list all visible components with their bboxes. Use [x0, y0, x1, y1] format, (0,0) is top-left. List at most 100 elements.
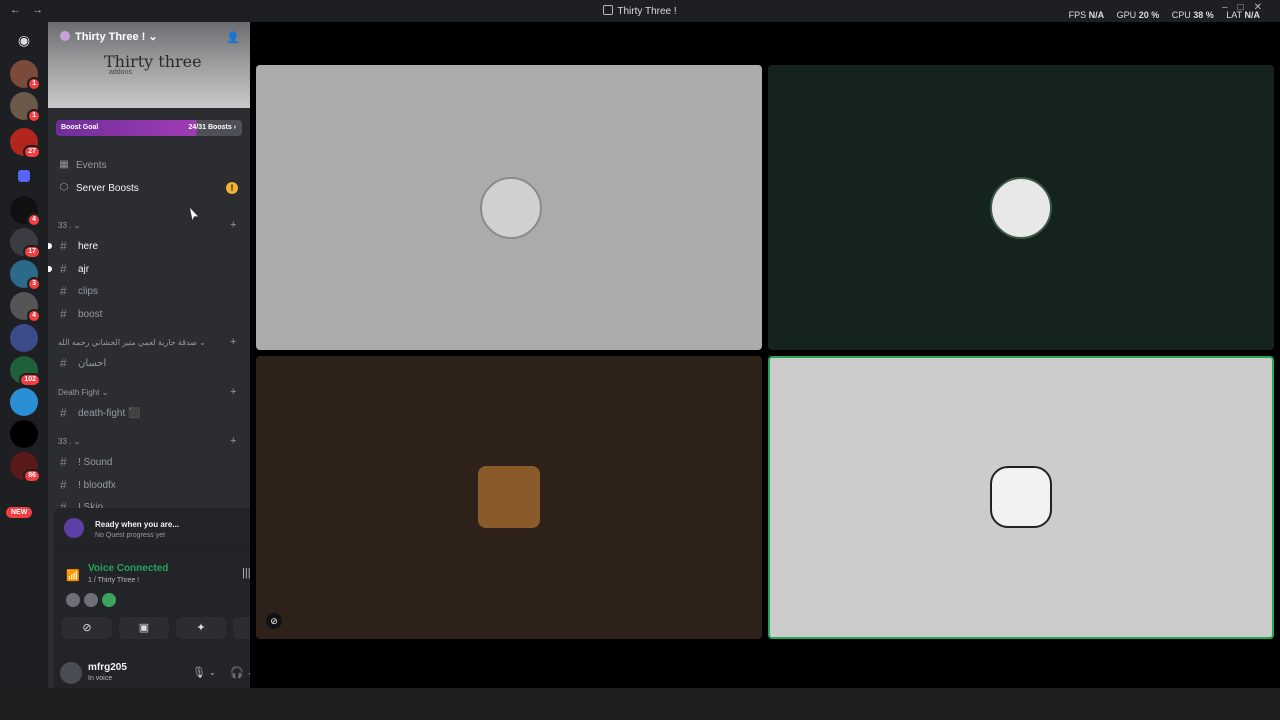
activity-icon[interactable]	[102, 593, 116, 607]
unread-badge: 27	[23, 145, 41, 159]
unread-badge: 17	[23, 245, 41, 259]
unread-badge: 86	[23, 469, 41, 483]
channel-item[interactable]: # here	[48, 239, 98, 253]
channel-item[interactable]: # احسان	[60, 356, 106, 370]
participant-tile[interactable]: ⊘	[256, 356, 762, 639]
unread-indicator	[48, 243, 52, 249]
channel-item[interactable]: #! bloodfx	[60, 478, 116, 492]
chevron-down-icon: ⌄	[71, 437, 81, 446]
screen-share-button[interactable]: ▣	[119, 617, 169, 639]
text-channel-icon: #	[60, 239, 67, 253]
avatar[interactable]	[60, 662, 82, 684]
maximize-icon[interactable]: □	[1238, 2, 1254, 13]
user-panel: mfrg205 In voice 🎙 ⌄ 🎧 ⌄ ⚙	[54, 658, 250, 688]
server-icon[interactable]: 17	[10, 228, 41, 259]
avatar	[990, 466, 1052, 528]
microphone-icon[interactable]: 🎙	[192, 666, 206, 679]
discord-home-button[interactable]: ◉	[10, 26, 38, 54]
add-channel-icon[interactable]: +	[230, 336, 236, 348]
server-icon[interactable]: 102	[10, 356, 41, 387]
close-icon[interactable]: ✕	[1254, 2, 1272, 13]
quest-icon	[64, 518, 84, 538]
channel-item[interactable]: #! Sound	[60, 455, 112, 469]
calendar-icon: ▦	[59, 159, 69, 170]
signal-icon[interactable]: 📶	[66, 569, 80, 582]
channel-category[interactable]: 33 . ⌄ +	[58, 435, 236, 447]
camera-off-button[interactable]: ⊘	[62, 617, 112, 639]
participant-tile[interactable]	[256, 65, 762, 350]
banner-subtitle: addons	[109, 69, 132, 76]
unread-badge: 102	[19, 373, 41, 387]
server-icon[interactable]	[18, 170, 30, 182]
text-channel-icon: #	[60, 356, 67, 370]
channel-category[interactable]: صدقة جارية لعمي متير الحشاني رحمه الله ⌄…	[58, 336, 236, 348]
server-list: ◉ 1 1 27 4 17 3 4 102 86 NEW	[0, 22, 48, 688]
channel-category[interactable]: 33 . ⌄ +	[58, 219, 236, 231]
noise-suppression-icon[interactable]: |||	[242, 567, 250, 579]
server-icon[interactable]	[10, 388, 38, 416]
server-badge-icon	[60, 31, 70, 41]
text-channel-icon: #	[60, 478, 67, 492]
taskbar	[0, 688, 1280, 720]
unread-indicator	[48, 266, 52, 272]
avatar	[480, 177, 542, 239]
channel-item[interactable]: # boost	[60, 307, 102, 321]
channel-item[interactable]: # ajr	[48, 262, 89, 276]
voice-stage: ⊘	[250, 22, 1280, 688]
mouse-cursor	[190, 208, 198, 220]
channel-item[interactable]: # clips	[60, 284, 98, 298]
server-name-header[interactable]: Thirty Three ! ⌄	[60, 30, 158, 43]
video-off-icon: ⊘	[266, 613, 282, 629]
soundboard-button[interactable]: ✺	[233, 617, 250, 639]
minimize-icon[interactable]: –	[1222, 2, 1238, 13]
participant-tile[interactable]	[768, 65, 1274, 350]
server-icon[interactable]: 1	[10, 60, 41, 91]
activities-button[interactable]: ✦	[176, 617, 226, 639]
sidebar-bottom-panel: Ready when you are... No Quest progress …	[54, 508, 250, 688]
server-icon[interactable]: 86	[10, 452, 41, 483]
quest-banner[interactable]: Ready when you are... No Quest progress …	[54, 508, 250, 548]
server-icon[interactable]: 1	[10, 92, 41, 123]
channel-category[interactable]: Death Fight ⌄ +	[58, 386, 236, 398]
new-unreads-pill[interactable]: NEW	[6, 507, 33, 518]
text-channel-icon: #	[60, 262, 67, 276]
server-icon[interactable]	[10, 324, 38, 352]
unread-badge: 3	[27, 277, 41, 291]
invite-people-icon[interactable]: 👤	[226, 31, 240, 44]
channel-sidebar: Thirty Three ! ⌄ 👤 Thirty three addons B…	[48, 22, 250, 688]
chevron-down-icon[interactable]: ⌄	[209, 668, 216, 677]
events-link[interactable]: ▦ Events	[58, 159, 106, 171]
unread-badge: 1	[27, 77, 41, 91]
server-icon[interactable]	[10, 420, 38, 448]
title-bar: ← → Thirty Three ! FPS N/A GPU 20 % CPU …	[0, 0, 1280, 22]
channel-item[interactable]: # death-fight ⬛	[60, 406, 141, 420]
add-channel-icon[interactable]: +	[230, 386, 236, 398]
chevron-down-icon: ⌄	[196, 338, 206, 347]
alert-icon: !	[226, 182, 238, 194]
voice-panel: 📶 Voice Connected 1 / Thirty Three ! |||…	[54, 548, 250, 658]
server-boosts-link[interactable]: ⬡ Server Boosts	[58, 182, 139, 194]
activity-icon[interactable]	[84, 593, 98, 607]
chevron-down-icon: ⌄	[71, 221, 81, 230]
server-banner[interactable]: Thirty Three ! ⌄ 👤 Thirty three addons	[48, 22, 250, 108]
chevron-down-icon: ⌄	[99, 388, 109, 397]
server-icon[interactable]: 3	[10, 260, 41, 291]
server-icon[interactable]: 4	[10, 292, 41, 323]
add-channel-icon[interactable]: +	[230, 435, 236, 447]
avatar	[478, 466, 540, 528]
text-channel-icon: #	[60, 406, 67, 420]
text-channel-icon: #	[60, 284, 67, 298]
headphones-icon[interactable]: 🎧	[230, 666, 244, 679]
participant-tile-speaking[interactable]	[768, 356, 1274, 639]
activity-icon[interactable]	[66, 593, 80, 607]
unread-badge: 4	[27, 309, 41, 323]
add-channel-icon[interactable]: +	[230, 219, 236, 231]
server-icon[interactable]: 4	[10, 196, 41, 227]
boost-goal-bar[interactable]: Boost Goal 24/31 Boosts ›	[56, 120, 242, 136]
avatar	[990, 177, 1052, 239]
boost-count: 24/31 Boosts ›	[188, 124, 236, 131]
text-channel-icon: #	[60, 455, 67, 469]
server-icon[interactable]: 27	[10, 128, 41, 159]
boost-shield-icon: ⬡	[59, 182, 69, 193]
unread-badge: 4	[27, 213, 41, 227]
